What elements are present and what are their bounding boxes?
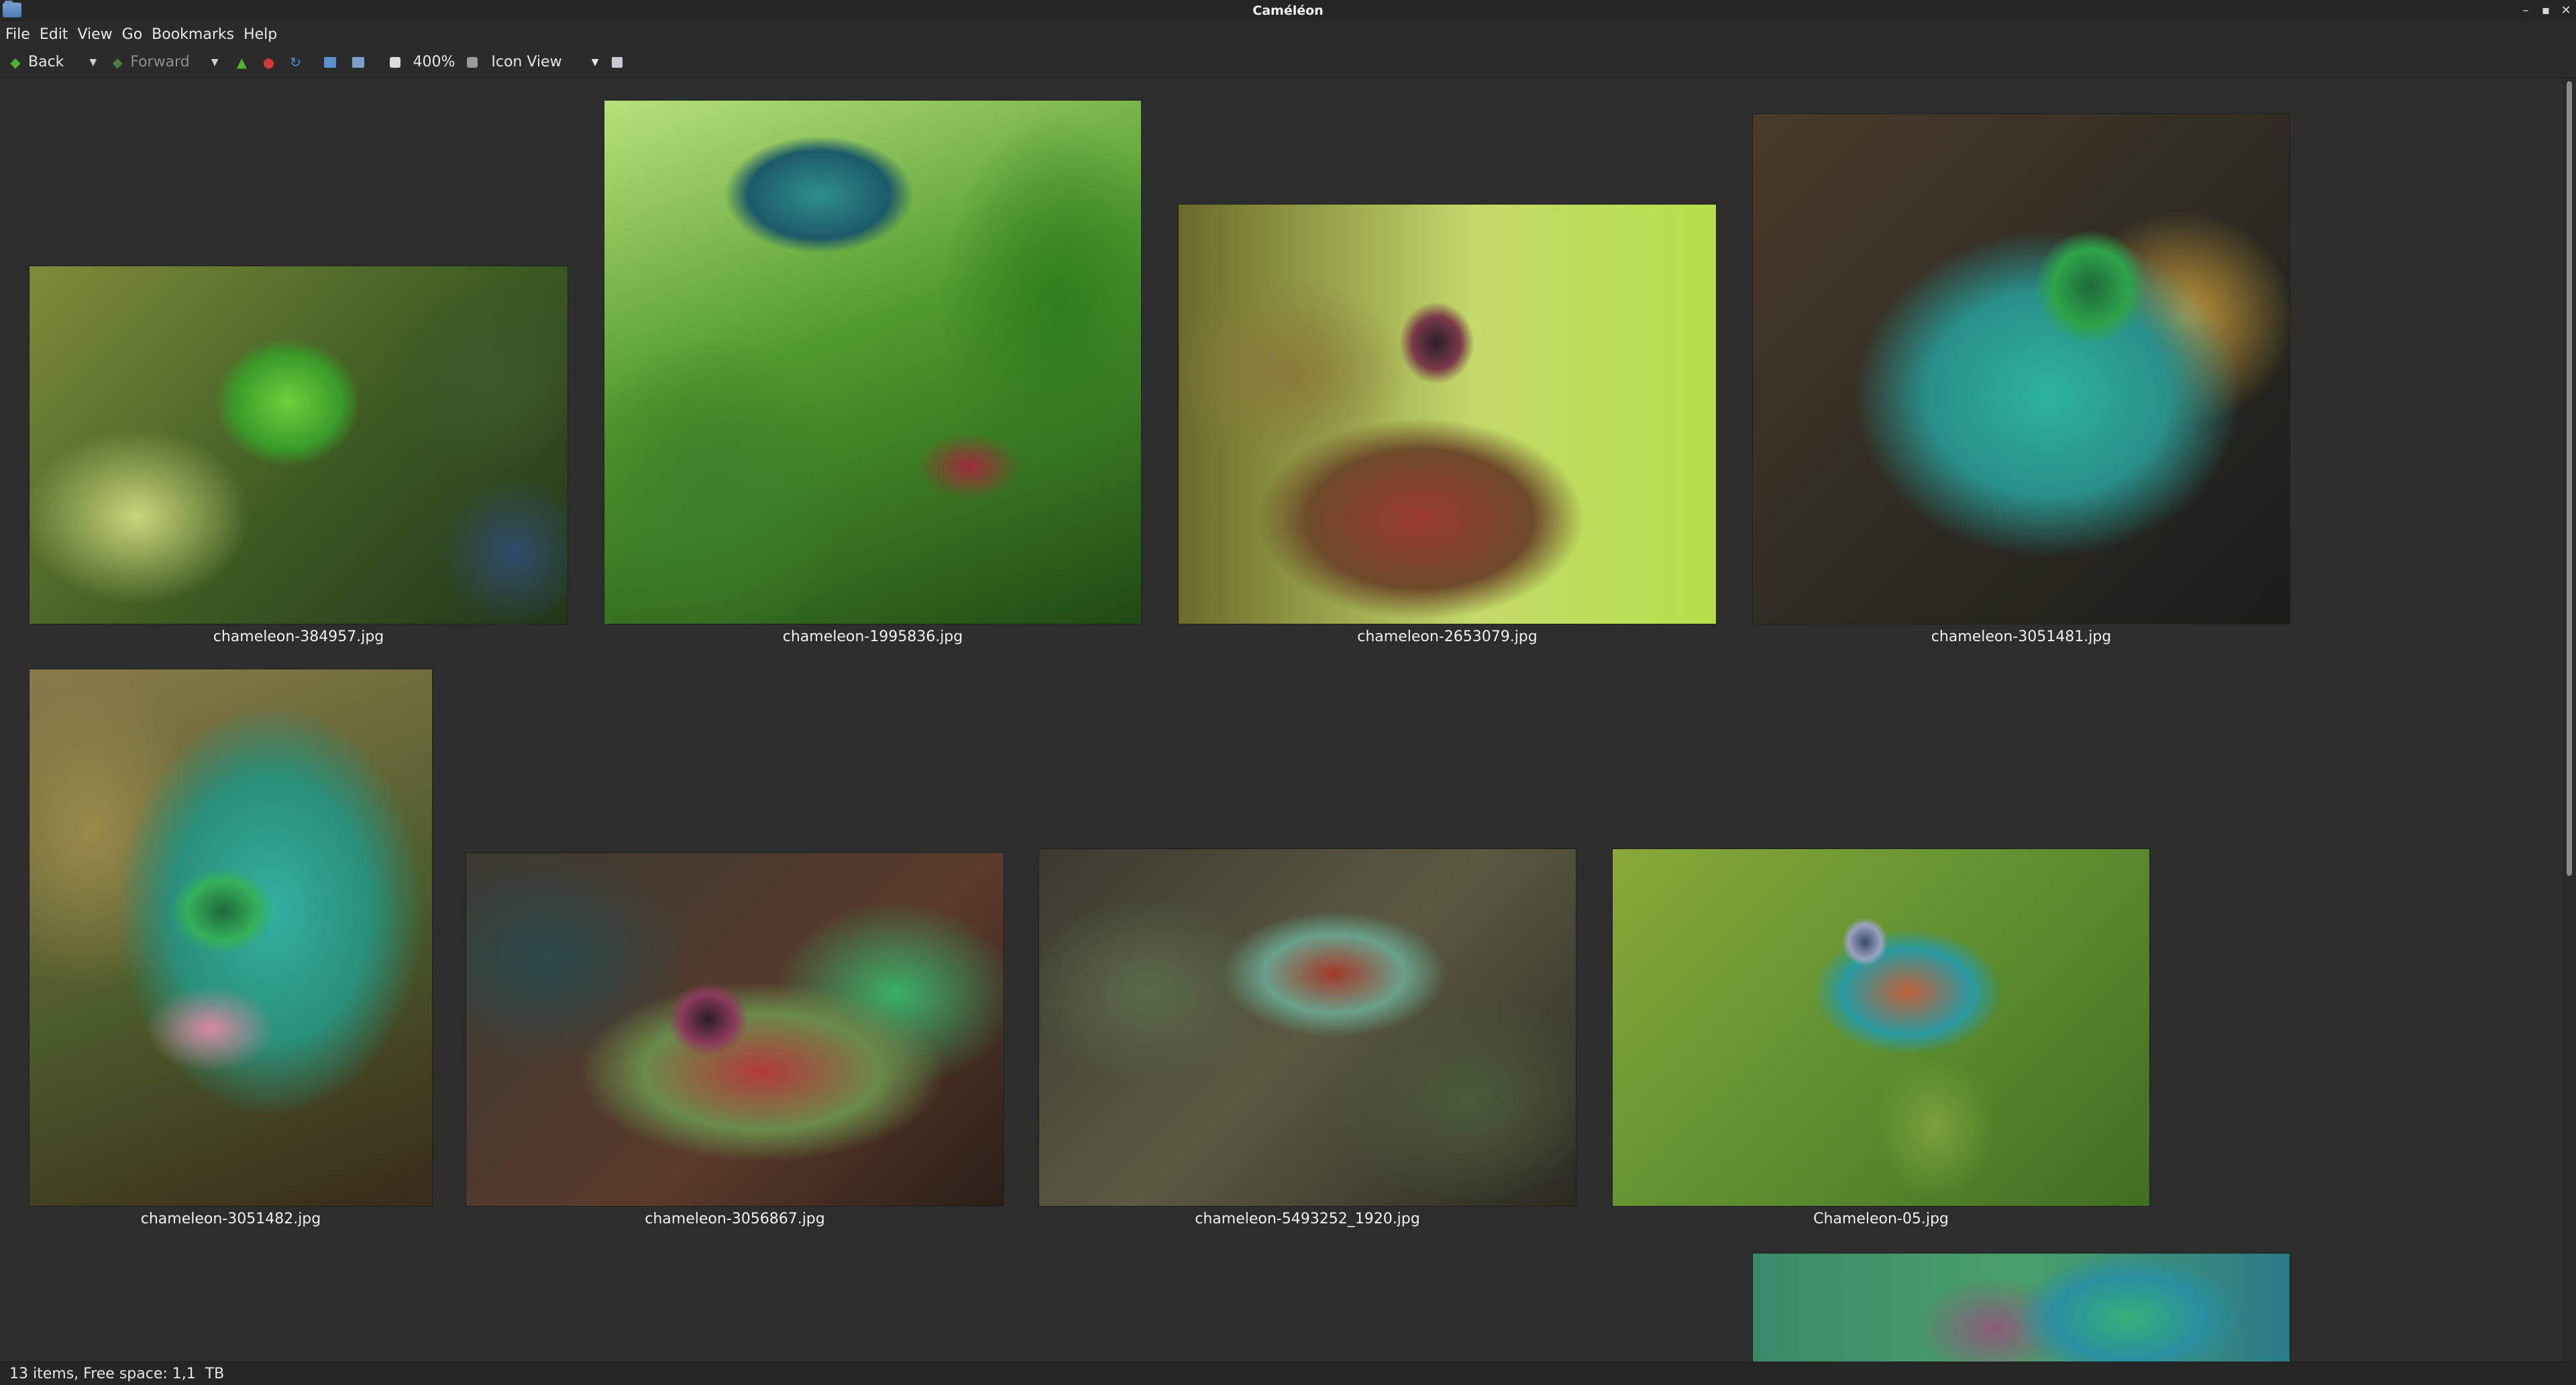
back-arrow-icon: ◆ xyxy=(10,54,21,70)
back-history-dropdown-icon[interactable]: ▼ xyxy=(89,57,97,68)
toolbar: ◆ Back ▼ ◆ Forward ▼ ▲ ● ↻ 400% Icon Vie… xyxy=(0,47,2576,78)
stop-icon[interactable]: ● xyxy=(261,54,276,70)
file-name: chameleon-3051482.jpg xyxy=(140,1211,321,1227)
forward-button[interactable]: ◆ Forward xyxy=(110,54,190,70)
thumbnail-image xyxy=(1179,205,1716,624)
forward-arrow-icon: ◆ xyxy=(112,54,123,70)
scrollbar-thumb[interactable] xyxy=(2567,81,2572,876)
status-text: 13 items, Free space: 1,1 TB xyxy=(9,1365,225,1382)
window-title: Caméléon xyxy=(1252,3,1324,18)
thumbnail-image xyxy=(604,101,1141,624)
thumbnail-image xyxy=(30,266,568,624)
back-label: Back xyxy=(28,54,64,70)
thumbnail-image xyxy=(1039,849,1576,1206)
view-mode-value: Icon View xyxy=(491,54,562,70)
chevron-down-icon: ▼ xyxy=(591,56,599,68)
close-icon[interactable]: ✕ xyxy=(2560,5,2572,17)
file-name: Chameleon-05.jpg xyxy=(1813,1211,1949,1227)
icon-view[interactable]: chameleon-384957.jpg chameleon-1995836.j… xyxy=(0,78,2563,1362)
menu-edit[interactable]: Edit xyxy=(40,26,68,43)
menu-bar: File Edit View Go Bookmarks Help xyxy=(0,21,2576,47)
reload-icon[interactable]: ↻ xyxy=(288,54,303,70)
thumbnail-image xyxy=(1613,849,2149,1206)
menu-go[interactable]: Go xyxy=(122,26,143,43)
zoom-out-icon[interactable] xyxy=(390,56,401,68)
file-name: chameleon-5493252_1920.jpg xyxy=(1195,1211,1420,1227)
file-name: chameleon-3051481.jpg xyxy=(1931,628,2112,645)
window-controls: – ▪ ✕ xyxy=(2520,0,2572,21)
vertical-scrollbar[interactable] xyxy=(2563,78,2576,1362)
menu-file[interactable]: File xyxy=(5,26,30,43)
file-name: chameleon-384957.jpg xyxy=(213,628,384,645)
menu-view[interactable]: View xyxy=(77,26,112,43)
thumbnail-image xyxy=(1753,1254,2290,1362)
maximize-icon[interactable]: ▪ xyxy=(2540,5,2552,17)
file-name: chameleon-3056867.jpg xyxy=(645,1211,825,1227)
file-manager-window: Caméléon – ▪ ✕ File Edit View Go Bookmar… xyxy=(0,0,2576,1385)
back-button[interactable]: ◆ Back xyxy=(8,54,64,70)
view-mode-select[interactable]: Icon View ▼ xyxy=(486,50,604,74)
home-folder-icon[interactable] xyxy=(324,56,337,68)
menu-help[interactable]: Help xyxy=(244,26,277,43)
zoom-in-icon[interactable] xyxy=(467,56,478,68)
thumbnail-image xyxy=(466,853,1004,1206)
zoom-level[interactable]: 400% xyxy=(413,54,455,70)
title-bar: Caméléon – ▪ ✕ xyxy=(0,0,2576,22)
forward-history-dropdown-icon[interactable]: ▼ xyxy=(211,57,219,68)
menu-bookmarks[interactable]: Bookmarks xyxy=(152,26,234,43)
file-name: chameleon-1995836.jpg xyxy=(782,628,963,645)
search-icon[interactable] xyxy=(612,56,623,68)
status-bar: 13 items, Free space: 1,1 TB xyxy=(0,1362,2576,1385)
computer-icon[interactable] xyxy=(352,56,365,68)
thumbnail-image xyxy=(30,669,432,1206)
thumbnail-image xyxy=(1753,114,2290,624)
forward-label: Forward xyxy=(130,54,190,70)
file-name: chameleon-2653079.jpg xyxy=(1357,628,1538,645)
folder-app-icon[interactable] xyxy=(3,1,21,17)
minimize-icon[interactable]: – xyxy=(2520,5,2532,17)
up-icon[interactable]: ▲ xyxy=(234,54,249,70)
